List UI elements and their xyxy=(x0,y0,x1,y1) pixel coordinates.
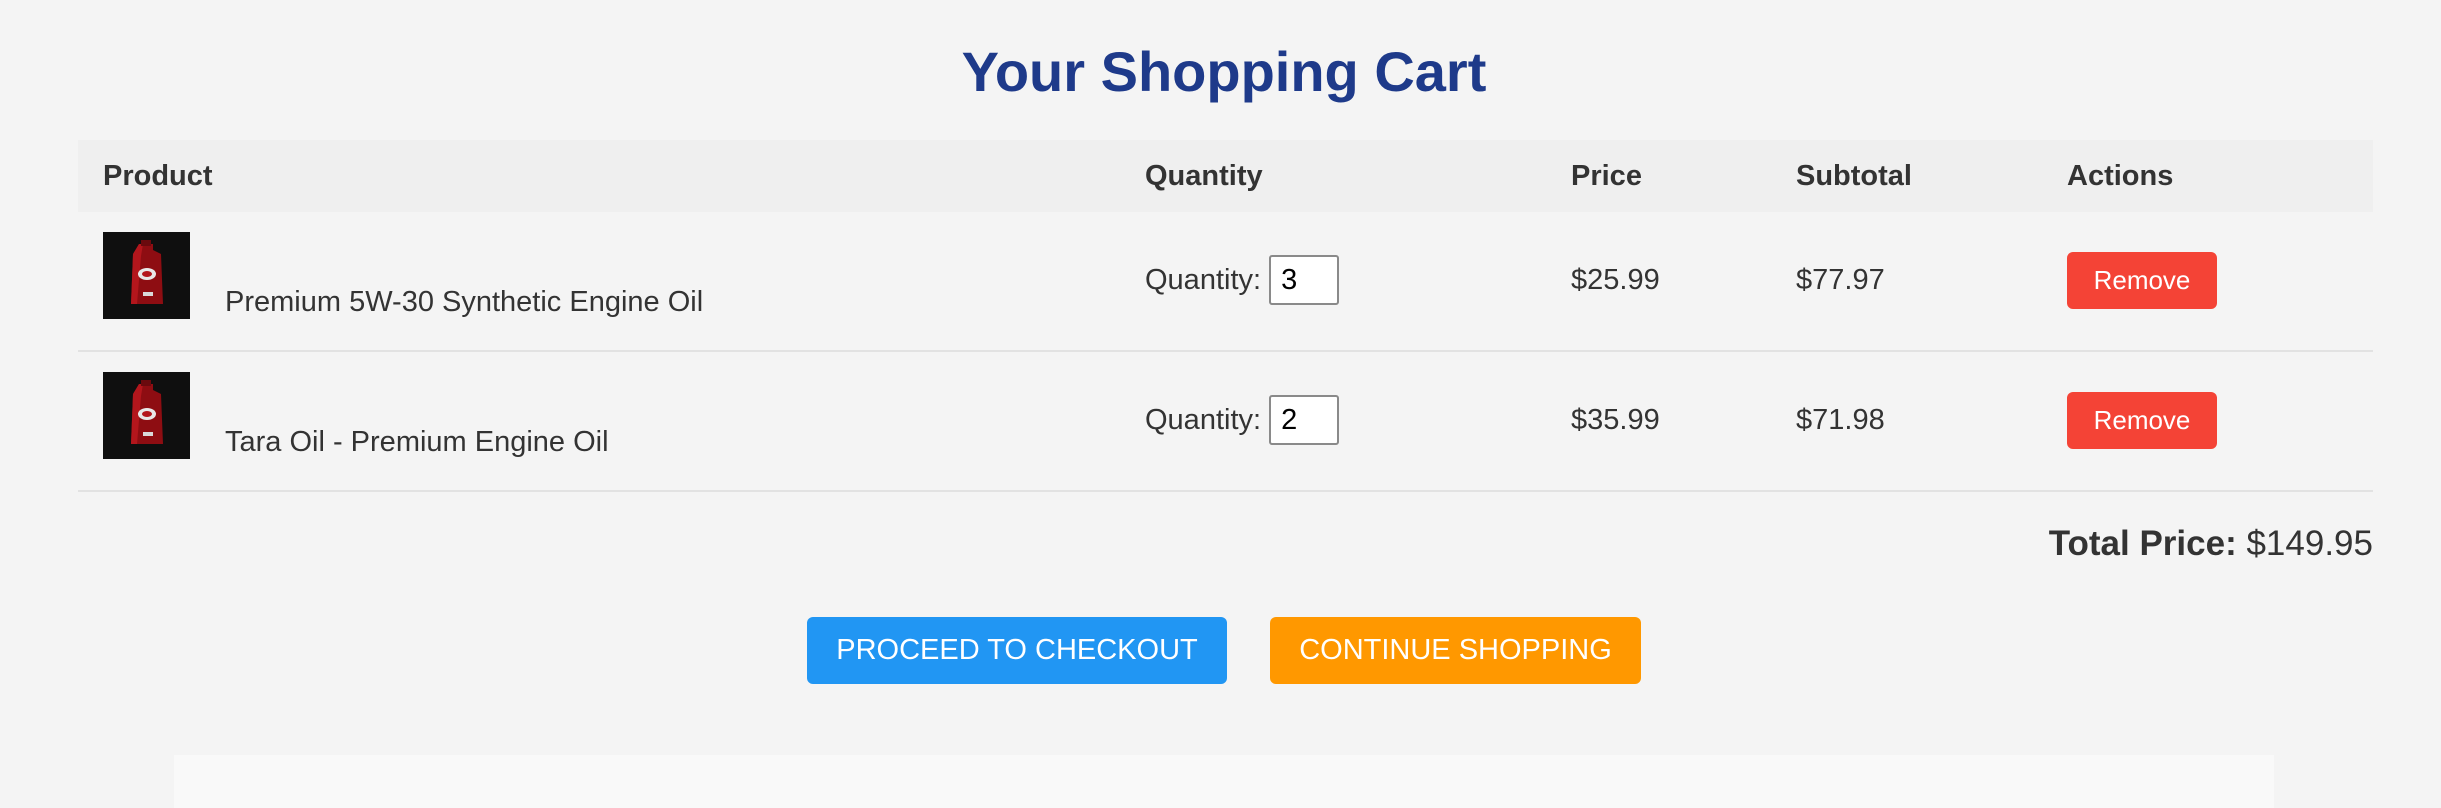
quantity-input[interactable] xyxy=(1269,395,1340,445)
product-name[interactable]: Premium 5W-30 Synthetic Engine Oil xyxy=(225,284,703,320)
quantity-control: Quantity: xyxy=(1145,392,1340,448)
total-price-value: $149.95 xyxy=(2246,524,2373,563)
header-actions: Actions xyxy=(2067,160,2174,192)
remove-button[interactable]: Remove xyxy=(2067,252,2217,309)
header-product: Product xyxy=(103,160,213,192)
total-price-label: Total Price: xyxy=(2048,524,2237,563)
unit-price: $25.99 xyxy=(1571,264,1660,296)
quantity-label: Quantity: xyxy=(1145,263,1262,296)
header-quantity: Quantity xyxy=(1145,160,1263,192)
unit-price: $35.99 xyxy=(1571,404,1660,436)
quantity-label: Quantity: xyxy=(1145,403,1262,436)
footer-panel xyxy=(174,755,2274,808)
engine-oil-bottle-icon xyxy=(103,372,190,459)
quantity-control: Quantity: xyxy=(1145,252,1340,308)
header-subtotal: Subtotal xyxy=(1796,160,1912,192)
proceed-to-checkout-button[interactable]: PROCEED TO CHECKOUT xyxy=(807,617,1227,684)
total-price: Total Price: $149.95 xyxy=(2049,520,2373,568)
quantity-input[interactable] xyxy=(1269,255,1340,305)
remove-button[interactable]: Remove xyxy=(2067,392,2217,449)
table-row: Tara Oil - Premium Engine Oil Quantity: … xyxy=(78,352,2373,492)
header-price: Price xyxy=(1571,160,1642,192)
table-header: Product Quantity Price Subtotal Actions xyxy=(78,140,2373,212)
continue-shopping-button[interactable]: CONTINUE SHOPPING xyxy=(1270,617,1641,684)
row-subtotal: $77.97 xyxy=(1796,264,1885,296)
engine-oil-bottle-icon xyxy=(103,232,190,319)
row-subtotal: $71.98 xyxy=(1796,404,1885,436)
page-title: Your Shopping Cart xyxy=(961,40,1487,103)
cart-page: Your Shopping Cart Product Quantity Pric… xyxy=(0,0,2441,808)
table-row: Premium 5W-30 Synthetic Engine Oil Quant… xyxy=(78,212,2373,352)
product-name[interactable]: Tara Oil - Premium Engine Oil xyxy=(225,424,609,460)
